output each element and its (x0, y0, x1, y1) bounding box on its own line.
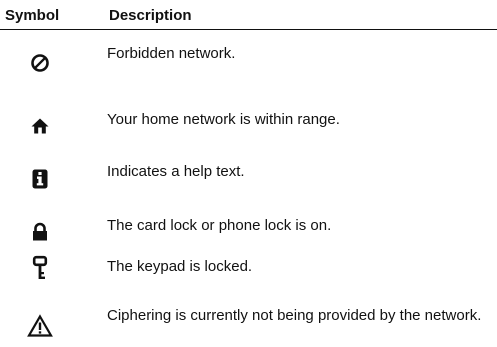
table-header: Symbol Description (0, 6, 497, 28)
row-description: The card lock or phone lock is on. (107, 217, 332, 234)
header-symbol: Symbol (5, 7, 60, 24)
key-icon (25, 253, 55, 283)
row-description: Ciphering is currently not being provide… (107, 307, 482, 324)
header-divider (0, 29, 497, 30)
help-info-icon (25, 164, 55, 194)
row-description: Forbidden network. (107, 45, 236, 62)
row-description: The keypad is locked. (107, 258, 253, 275)
home-network-icon (25, 111, 55, 141)
forbidden-network-icon (25, 48, 55, 78)
symbol-table: Symbol Description Forbidden network. Yo… (0, 0, 497, 347)
row-description: Indicates a help text. (107, 163, 245, 180)
padlock-icon (25, 217, 55, 247)
warning-triangle-icon (25, 311, 55, 341)
row-description: Your home network is within range. (107, 111, 340, 128)
header-description: Description (109, 7, 192, 24)
